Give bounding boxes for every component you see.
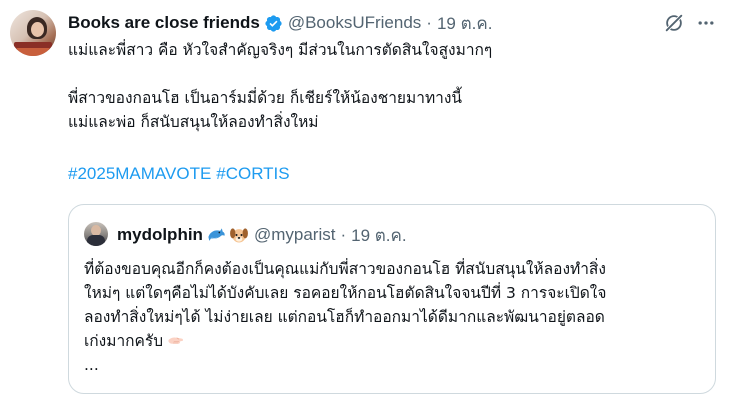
tweet[interactable]: Books are close friends @BooksUFriends ·… <box>0 0 730 409</box>
quoted-author-handle[interactable]: @myparist <box>254 225 336 245</box>
hashtag-link[interactable]: #CORTIS <box>216 164 289 183</box>
tweet-text: แม่และพี่สาว คือ หัวใจสำคัญจริงๆ มีส่วนใ… <box>68 38 718 186</box>
author-handle[interactable]: @BooksUFriends <box>288 13 421 33</box>
dog-face-emoji <box>230 228 248 243</box>
hashtag-line: #2025MAMAVOTE #CORTIS <box>68 162 718 186</box>
quoted-tweet[interactable]: mydolphin @myparist · 19 ต.ค. ที่ต้องขอบ… <box>68 204 716 394</box>
quoted-line-text: เก่งมากครับ <box>84 332 164 350</box>
verified-badge-icon[interactable] <box>264 14 283 33</box>
avatar-face <box>31 22 44 37</box>
header-separator: · <box>426 13 432 32</box>
quoted-author-name[interactable]: mydolphin <box>117 225 203 245</box>
hashtag-link[interactable]: #2025MAMAVOTE <box>68 164 211 183</box>
author-name[interactable]: Books are close friends <box>68 13 260 33</box>
quoted-avatar-body <box>87 235 105 246</box>
quoted-line: ที่ต้องขอบคุณอีกก็คงต้องเป็นคุณแม่กับพี่… <box>84 260 606 278</box>
more-icon[interactable] <box>696 13 716 33</box>
dolphin-emoji <box>208 228 225 241</box>
quoted-header-separator: · <box>340 225 347 244</box>
grok-icon[interactable] <box>663 12 685 34</box>
quoted-line: ลองทำสิ่งใหม่ๆได้ ไม่ง่ายเลย แต่กอนโฮก็ท… <box>84 308 605 326</box>
quoted-tweet-date[interactable]: 19 ต.ค. <box>351 222 407 249</box>
quoted-tweet-text: ที่ต้องขอบคุณอีกก็คงต้องเป็นคุณแม่กับพี่… <box>84 257 704 377</box>
handshake-hand-emoji <box>168 337 184 344</box>
tweet-date[interactable]: 19 ต.ค. <box>437 10 493 37</box>
quoted-author-avatar[interactable] <box>84 222 108 246</box>
tweet-line: แม่และพ่อ ก็สนับสนุนให้ลองทำสิ่งใหม่ <box>68 113 319 131</box>
tweet-line: พี่สาวของกอนโฮ เป็นอาร์มมี่ด้วย ก็เชียร์… <box>68 89 463 107</box>
tweet-header: Books are close friends @BooksUFriends ·… <box>68 12 492 34</box>
quoted-line-last: เก่งมากครับ <box>84 329 704 353</box>
quoted-line: ใหม่ๆ แต่ใดๆคือไม่ได้บังคับเลย รอคอยให้ก… <box>84 284 607 302</box>
tweet-line: แม่และพี่สาว คือ หัวใจสำคัญจริงๆ มีส่วนใ… <box>68 41 493 59</box>
author-avatar[interactable] <box>10 10 56 56</box>
quoted-ellipsis: ... <box>84 356 99 374</box>
quoted-header: mydolphin @myparist · 19 ต.ค. <box>117 224 407 246</box>
avatar-book-second <box>16 48 50 56</box>
